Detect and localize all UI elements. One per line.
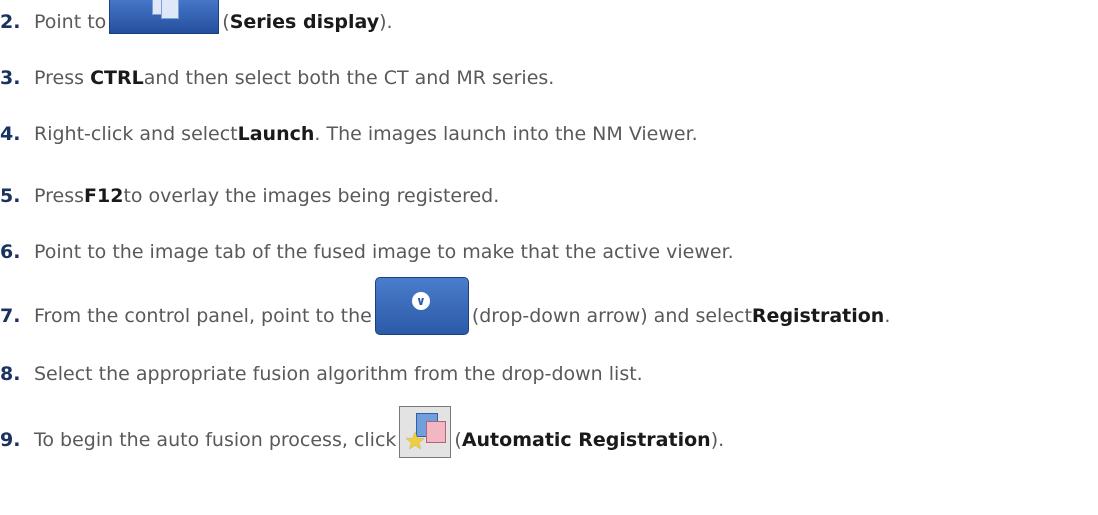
step-number: 9. (0, 429, 21, 451)
step-text: . The images launch into the NM Viewer. (314, 123, 698, 145)
step-bold: Registration (751, 305, 885, 327)
step-text: . (884, 305, 891, 327)
step-5: 5. Press F12 to overlay the images being… (0, 178, 499, 214)
step-4: 4. Right-click and select Launch. The im… (0, 116, 698, 152)
step-text: From the control panel, point to the (34, 305, 372, 327)
step-text: (drop-down arrow) and select (471, 305, 752, 327)
step-text: and then select both the CT and MR serie… (143, 67, 555, 89)
step-number: 7. (0, 305, 21, 327)
step-8: 8. Select the appropriate fusion algorit… (0, 356, 643, 392)
step-number: 6. (0, 241, 21, 263)
step-7: 7. From the control panel, point to the … (0, 277, 891, 335)
step-text: ). (710, 429, 725, 451)
step-bold: Launch (237, 123, 315, 145)
step-6: 6. Point to the image tab of the fused i… (0, 234, 734, 270)
step-bold: CTRL (90, 67, 144, 89)
step-text: Press (34, 185, 85, 207)
step-text: Right-click and select (34, 123, 238, 145)
automatic-registration-icon: ★ (399, 406, 452, 458)
step-text: to overlay the images being registered. (123, 185, 500, 207)
step-3: 3. Press CTRL and then select both the C… (0, 60, 554, 96)
step-number: 2. (0, 11, 21, 33)
step-text: ). (379, 11, 393, 33)
step-bold: Automatic Registration (461, 429, 711, 451)
step-text: Select the appropriate fusion algorithm … (34, 363, 643, 385)
step-number: 4. (0, 123, 21, 145)
step-bold: F12 (84, 185, 124, 207)
step-2: 2. Point to (Series display). (0, 0, 393, 40)
step-text: Point to the image tab of the fused imag… (34, 241, 734, 263)
series-display-icon (109, 0, 220, 34)
step-text: Point to (34, 11, 107, 33)
step-text: To begin the auto fusion process, click (34, 429, 397, 451)
step-bold: Series display (229, 11, 380, 33)
step-number: 3. (0, 67, 21, 89)
step-number: 8. (0, 363, 21, 385)
step-text: Press (34, 67, 85, 89)
step-number: 5. (0, 185, 21, 207)
drop-down-arrow-icon: ∨ (374, 277, 469, 335)
step-9: 9. To begin the auto fusion process, cli… (0, 406, 725, 458)
